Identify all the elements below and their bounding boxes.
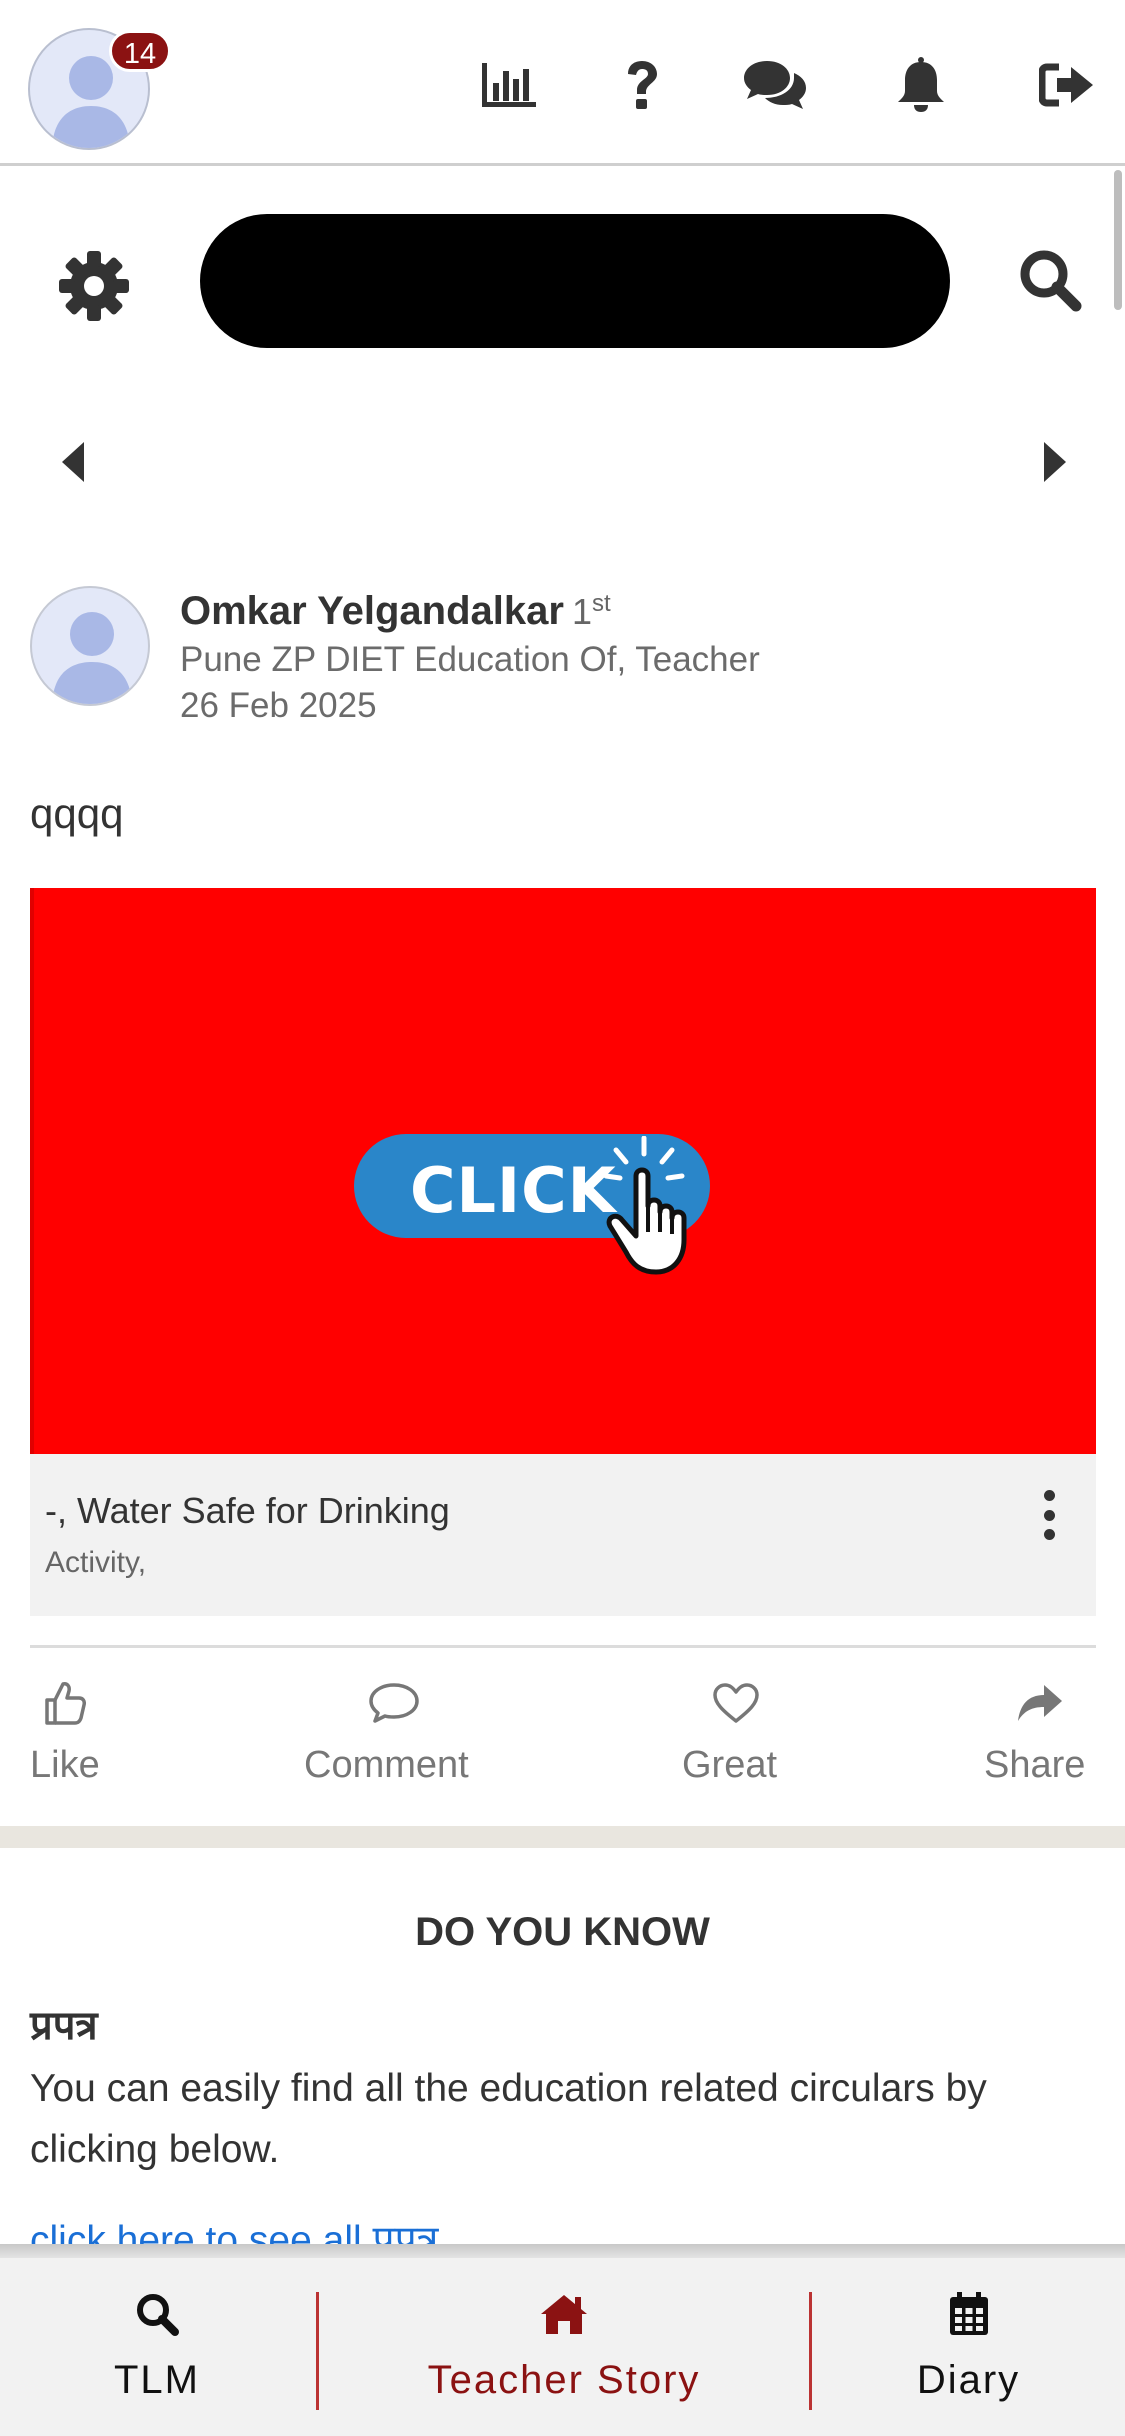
author-name-row: Omkar Yelgandalkar 1st [180,589,611,634]
like-label: Like [30,1744,100,1786]
notifications-button[interactable] [886,50,956,120]
person-silhouette-icon [52,612,132,704]
help-button[interactable] [607,50,677,120]
more-options-button[interactable] [1034,1490,1064,1540]
author-avatar[interactable] [30,586,150,706]
kebab-dot [1043,1509,1055,1521]
did-you-know-heading: प्रपत्र [30,2003,98,2049]
comment-button[interactable]: Comment [304,1680,484,1790]
top-bar: 14 [0,0,1125,166]
carousel-prev-button[interactable] [58,440,98,484]
bottom-nav-shadow [0,2244,1125,2258]
bottom-nav: TLM Teacher Story Diary [0,2258,1125,2436]
like-button[interactable]: Like [30,1680,140,1790]
gear-icon [59,251,129,321]
connection-degree-suffix: st [591,590,611,617]
divider [30,1645,1096,1648]
connection-degree: 1st [571,590,611,632]
comment-icon [369,1683,419,1723]
author-name[interactable]: Omkar Yelgandalkar [180,589,564,633]
home-icon [541,2295,587,2334]
nav-tlm-label: TLM [114,2358,200,2402]
stats-button[interactable] [474,50,544,120]
search-input[interactable] [200,214,950,348]
post-media-thumbnail[interactable]: CLICK [30,888,1096,1454]
share-button[interactable]: Share [984,1680,1096,1790]
nav-teacher-story-label: Teacher Story [427,2358,701,2402]
nav-diary-label: Diary [916,2358,1021,2402]
kebab-dot [1043,1490,1055,1501]
nav-tlm[interactable]: TLM [0,2258,314,2436]
post-text: qqqq [30,790,124,837]
click-graphic-label: CLICK [410,1154,617,1227]
author-role: Pune ZP DIET Education Of, Teacher [180,640,760,679]
comment-label: Comment [304,1744,469,1786]
search-icon [1020,250,1082,312]
notification-count-badge: 14 [109,30,171,72]
caret-right-icon [1044,442,1066,482]
nav-teacher-story[interactable]: Teacher Story [319,2258,809,2436]
chat-icon [744,61,806,109]
caret-left-icon [62,442,84,482]
kebab-dot [1043,1529,1055,1540]
search-button[interactable] [1018,248,1088,318]
section-separator [0,1826,1125,1848]
did-you-know-body: You can easily find all the education re… [30,2067,987,2171]
bar-chart-icon [482,63,536,107]
logout-button[interactable] [1032,50,1102,120]
did-you-know-title: DO YOU KNOW [415,1910,710,1954]
search-icon [137,2294,179,2336]
thumbs-up-icon [45,1682,86,1725]
page-scrollbar[interactable] [1114,170,1122,310]
media-caption-subtitle: Activity, [45,1546,147,1579]
post-date: 26 Feb 2025 [180,686,377,725]
hand-pointer-icon [604,1136,687,1275]
connection-degree-number: 1 [571,591,592,632]
calendar-icon [949,2292,988,2335]
great-label: Great [682,1744,778,1786]
logout-icon [1039,63,1093,107]
nav-diary[interactable]: Diary [812,2258,1125,2436]
great-button[interactable]: Great [682,1680,792,1790]
share-icon [1018,1685,1062,1721]
heart-icon [713,1683,759,1723]
carousel-next-button[interactable] [1040,440,1080,484]
messages-button[interactable] [740,50,810,120]
settings-button[interactable] [58,250,130,322]
share-label: Share [984,1744,1086,1786]
media-caption-title: -, Water Safe for Drinking [45,1490,450,1531]
bell-icon [898,57,944,112]
media-caption[interactable]: -, Water Safe for Drinking Activity, [30,1454,1096,1616]
question-icon [628,61,657,109]
